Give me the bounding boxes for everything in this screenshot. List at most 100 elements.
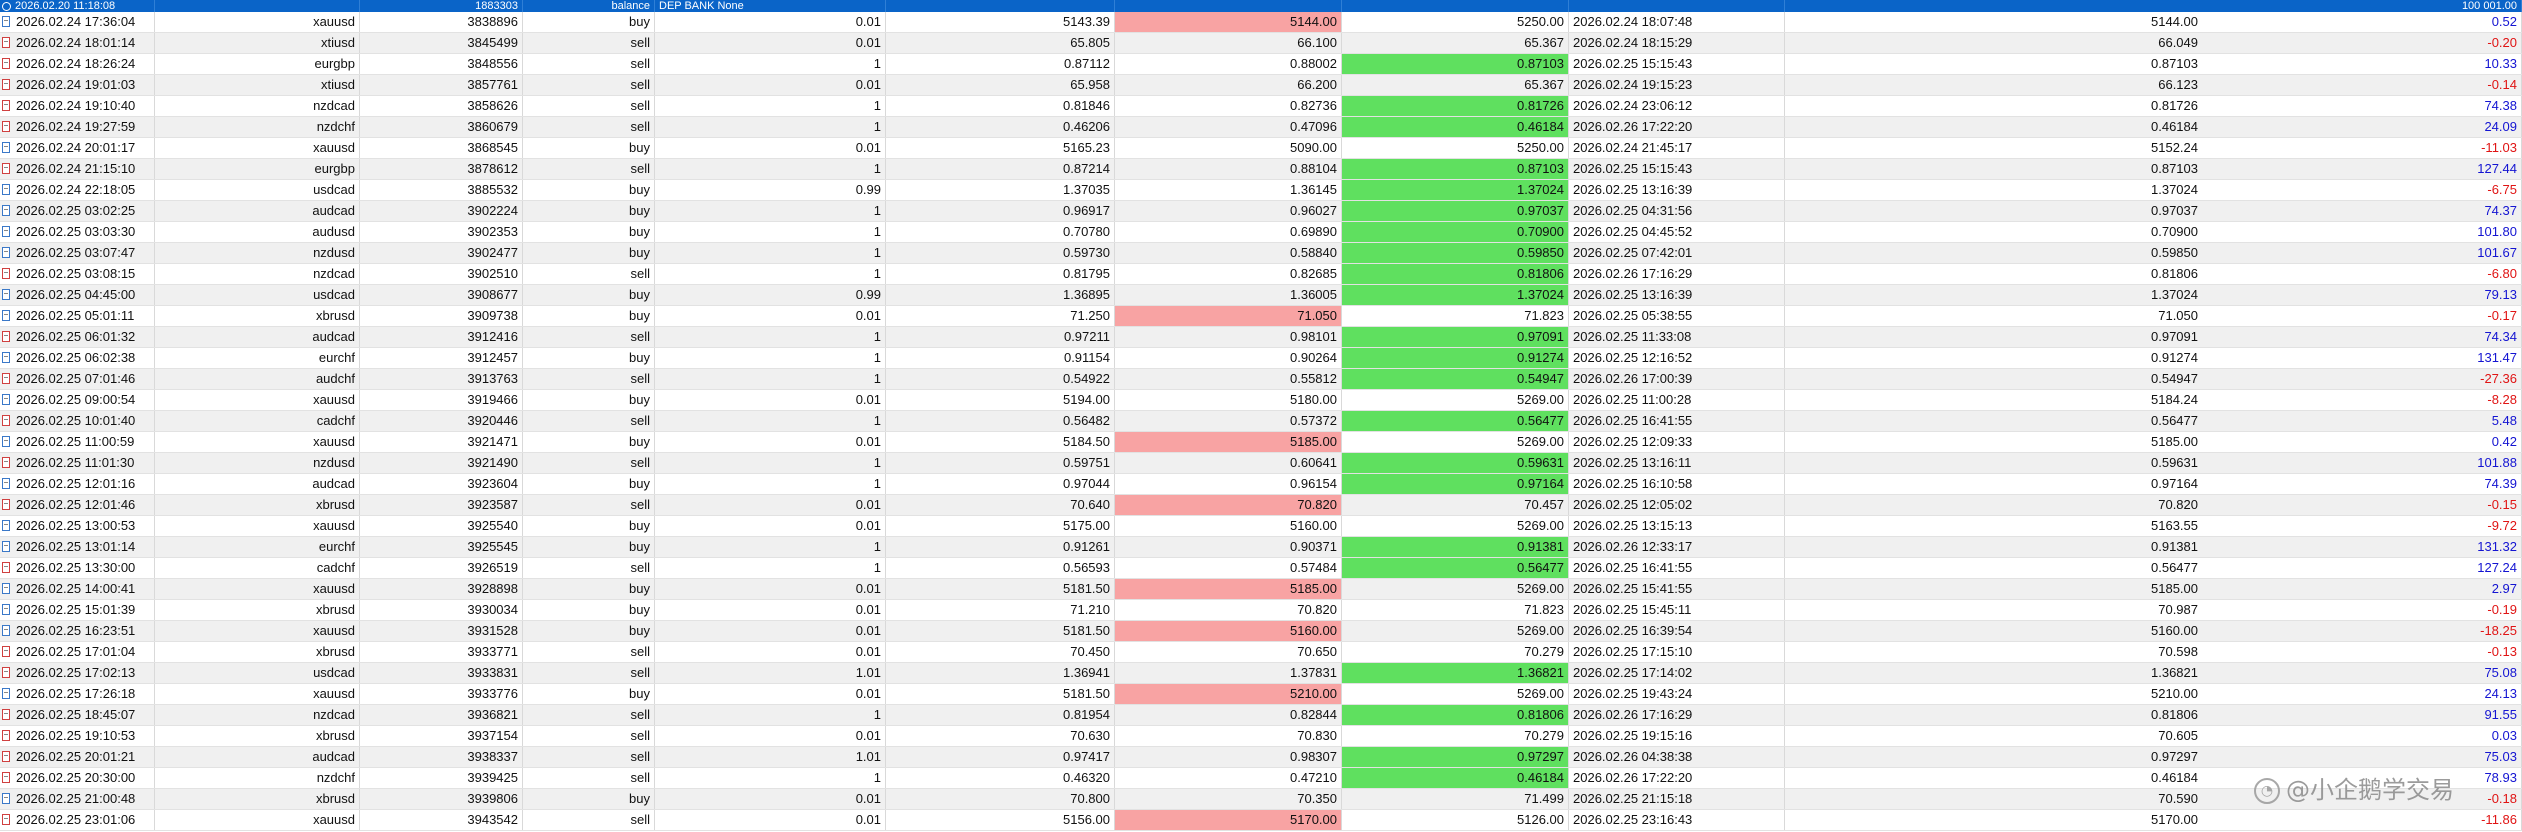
table-row[interactable]: 2026.02.25 15:01:39 xbrusd 3930034 buy 0.01 7… [0,600,2522,621]
table-row[interactable]: 2026.02.25 06:02:38 eurchf 3912457 buy 1 0.91… [0,348,2522,369]
close-time: 2026.02.25 16:39:54 [1573,623,1693,638]
table-row[interactable]: 2026.02.24 17:36:04 xauusd 3838896 buy 0.01 5… [0,12,2522,33]
type: sell [630,98,650,113]
close-time: 2026.02.25 11:33:08 [1573,329,1692,344]
table-row[interactable]: 2026.02.25 03:08:15 nzdcad 3902510 sell 1 0.8… [0,264,2522,285]
table-row[interactable]: 2026.02.24 20:01:17 xauusd 3868545 buy 0.01 5… [0,138,2522,159]
ticket: 3939425 [467,770,518,785]
balance-empty-4 [1569,0,1785,12]
open-price-cell: 5175.00 [886,516,1115,536]
ticket-cell: 3902510 [360,264,523,284]
open-time: 2026.02.25 17:01:04 [16,644,136,659]
open-price: 0.87214 [1063,161,1110,176]
balance-symbol-cell [155,0,360,12]
table-row[interactable]: 2026.02.24 22:18:05 usdcad 3885532 buy 0.99 1… [0,180,2522,201]
stop-loss-cell: 70.820 [1115,600,1342,620]
ticket: 3860679 [467,119,518,134]
open-price: 5181.50 [1063,623,1110,638]
table-row[interactable]: 2026.02.25 17:02:13 usdcad 3933831 sell 1.01… [0,663,2522,684]
table-row[interactable]: 2026.02.25 21:00:48 xbrusd 3939806 buy 0.01 7… [0,789,2522,810]
table-row[interactable]: 2026.02.25 11:00:59 xauusd 3921471 buy 0.01 5… [0,432,2522,453]
table-row[interactable]: 2026.02.25 07:01:46 audchf 3913763 sell 1 0.5… [0,369,2522,390]
open-time: 2026.02.25 13:00:53 [16,518,136,533]
table-row[interactable]: 2026.02.25 12:01:16 audcad 3923604 buy 1 0.97… [0,474,2522,495]
open-time: 2026.02.25 11:01:30 [16,455,135,470]
table-row[interactable]: 2026.02.24 19:10:40 nzdcad 3858626 sell 1 0.8… [0,96,2522,117]
table-row[interactable]: 2026.02.25 05:01:11 xbrusd 3909738 buy 0.01 7… [0,306,2522,327]
profit: 0.52 [2491,14,2517,29]
stop-loss: 0.98307 [1290,749,1337,764]
table-row[interactable]: 2026.02.25 13:00:53 xauusd 3925540 buy 0.01 5… [0,516,2522,537]
volume: 1 [873,119,881,134]
deal-icon [2,436,10,448]
stop-loss: 70.820 [1297,602,1337,617]
stop-loss: 5090.00 [1290,140,1337,155]
table-row[interactable]: 2026.02.25 19:10:53 xbrusd 3937154 sell 0.01… [0,726,2522,747]
open-time: 2026.02.25 07:01:46 [16,371,136,386]
volume-cell: 1 [655,222,886,242]
open-time-cell: 2026.02.25 09:00:54 [0,390,155,410]
table-row[interactable]: 2026.02.24 21:15:10 eurgbp 3878612 sell 1 0.8… [0,159,2522,180]
stop-loss-cell: 5160.00 [1115,621,1342,641]
symbol-cell: xbrusd [155,495,360,515]
symbol: xauusd [313,518,355,533]
table-row[interactable]: 2026.02.25 09:00:54 xauusd 3919466 buy 0.01 5… [0,390,2522,411]
table-row[interactable]: 2026.02.25 18:45:07 nzdcad 3936821 sell 1 0.8… [0,705,2522,726]
table-row[interactable]: 2026.02.25 13:01:14 eurchf 3925545 buy 1 0.91… [0,537,2522,558]
type: buy [629,434,650,449]
table-row[interactable]: 2026.02.24 18:26:24 eurgbp 3848556 sell 1 0.8… [0,54,2522,75]
table-row[interactable]: 2026.02.25 20:01:21 audcad 3938337 sell 1.01… [0,747,2522,768]
type-cell: buy [523,201,655,221]
table-row[interactable]: 2026.02.25 03:07:47 nzdusd 3902477 buy 1 0.59… [0,243,2522,264]
table-row[interactable]: 2026.02.25 12:01:46 xbrusd 3923587 sell 0.01… [0,495,2522,516]
take-profit: 5269.00 [1517,686,1564,701]
type-cell: sell [523,411,655,431]
table-row[interactable]: 2026.02.25 03:02:25 audcad 3902224 buy 1 0.96… [0,201,2522,222]
type: buy [629,14,650,29]
table-row[interactable]: 2026.02.25 10:01:40 cadchf 3920446 sell 1 0.5… [0,411,2522,432]
close-time-cell: 2026.02.26 04:38:38 [1569,747,1785,767]
balance-row[interactable]: 2026.02.20 11:18:08 1883303 balance DEP … [0,0,2522,12]
table-row[interactable]: 2026.02.25 20:30:00 nzdchf 3939425 sell 1 0.4… [0,768,2522,789]
open-price: 0.81954 [1063,707,1110,722]
table-row[interactable]: 2026.02.25 03:03:30 audusd 3902353 buy 1 0.70… [0,222,2522,243]
table-row[interactable]: 2026.02.25 17:01:04 xbrusd 3933771 sell 0.01… [0,642,2522,663]
table-row[interactable]: 2026.02.25 16:23:51 xauusd 3931528 buy 0.01 5… [0,621,2522,642]
open-time-cell: 2026.02.25 14:00:41 [0,579,155,599]
open-time: 2026.02.24 19:27:59 [16,119,136,134]
stop-loss-cell: 5160.00 [1115,516,1342,536]
open-time: 2026.02.25 10:01:40 [16,413,136,428]
volume: 0.01 [855,644,881,659]
table-row[interactable]: 2026.02.24 18:01:14 xtiusd 3845499 sell 0.01… [0,33,2522,54]
table-row[interactable]: 2026.02.25 04:45:00 usdcad 3908677 buy 0.99 1… [0,285,2522,306]
ticket-cell: 3878612 [360,159,523,179]
type-cell: buy [523,285,655,305]
ticket-cell: 3921471 [360,432,523,452]
table-row[interactable]: 2026.02.24 19:27:59 nzdchf 3860679 sell 1 0.4… [0,117,2522,138]
profit: 0.42 [2491,434,2517,449]
open-time-cell: 2026.02.25 03:07:47 [0,243,155,263]
table-row[interactable]: 2026.02.25 11:01:30 nzdusd 3921490 sell 1 0.5… [0,453,2522,474]
open-price-cell: 0.91261 [886,537,1115,557]
volume-cell: 1 [655,348,886,368]
ticket: 3919466 [467,392,518,407]
symbol-cell: xbrusd [155,642,360,662]
close-price: 0.87103 [2151,56,2198,71]
take-profit-cell: 1.36821 [1342,663,1569,683]
table-row[interactable]: 2026.02.25 17:26:18 xauusd 3933776 buy 0.01 5… [0,684,2522,705]
type-cell: sell [523,54,655,74]
symbol-cell: xauusd [155,138,360,158]
close-price: 0.70900 [2151,224,2198,239]
symbol: nzdcad [313,98,355,113]
table-row[interactable]: 2026.02.25 13:30:00 cadchf 3926519 sell 1 0.5… [0,558,2522,579]
close-time-cell: 2026.02.26 17:16:29 [1569,705,1785,725]
take-profit: 0.56477 [1517,560,1564,575]
profit: 74.39 [2484,476,2517,491]
table-row[interactable]: 2026.02.25 23:01:06 xauusd 3943542 sell 0.01… [0,810,2522,831]
volume-cell: 1 [655,453,886,473]
table-row[interactable]: 2026.02.25 14:00:41 xauusd 3928898 buy 0.01 5… [0,579,2522,600]
table-row[interactable]: 2026.02.25 06:01:32 audcad 3912416 sell 1 0.9… [0,327,2522,348]
close-time: 2026.02.26 17:00:39 [1573,371,1693,386]
table-row[interactable]: 2026.02.24 19:01:03 xtiusd 3857761 sell 0.01… [0,75,2522,96]
close-time-cell: 2026.02.25 11:33:08 [1569,327,1785,347]
